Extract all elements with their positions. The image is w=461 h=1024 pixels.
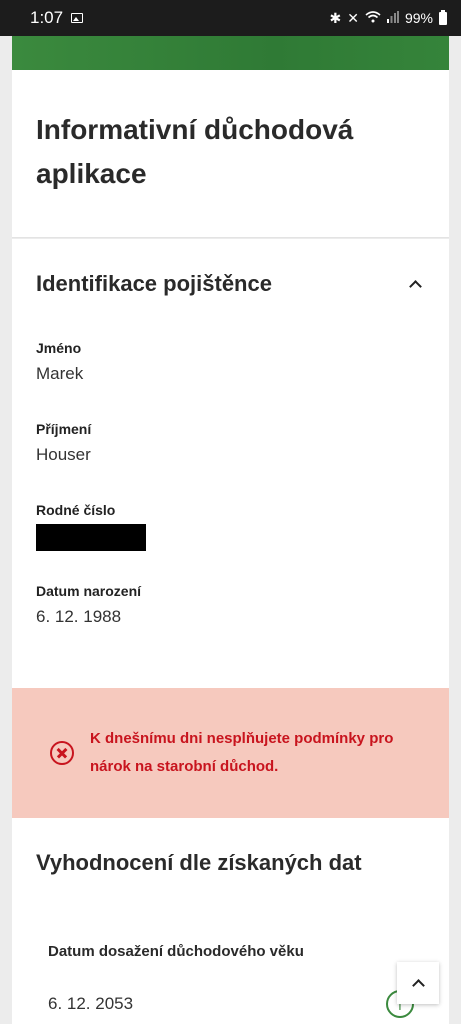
birth-number-label: Rodné číslo (36, 502, 116, 518)
mute-icon: ✕ (347, 9, 359, 26)
battery-percent: 99% (404, 10, 433, 26)
evaluation-card: Vyhodnocení dle získaných dat Datum dosa… (12, 818, 449, 1024)
identification-card: Identifikace pojištěnce Jméno Marek Příj… (12, 239, 449, 688)
status-icons: ✱ ✕ 99% (329, 9, 447, 27)
wifi-icon (365, 10, 381, 26)
identification-header[interactable]: Identifikace pojištěnce (36, 271, 425, 297)
chevron-up-icon (412, 977, 424, 989)
signal-icon (386, 10, 399, 26)
identification-heading: Identifikace pojištěnce (36, 271, 272, 296)
bluetooth-icon: ✱ (329, 9, 342, 26)
first-name-field: Jméno Marek (36, 340, 83, 384)
page-title-line2: aplikace (36, 158, 147, 189)
last-name-field: Příjmení Houser (36, 421, 91, 465)
first-name-label: Jméno (36, 340, 82, 356)
scroll-to-top-button[interactable] (397, 962, 439, 1004)
chevron-up-icon[interactable] (409, 278, 421, 290)
evaluation-heading: Vyhodnocení dle získaných dat (36, 850, 362, 875)
eligibility-alert: K dnešnímu dni nesplňujete podmínky pro … (12, 688, 449, 818)
status-time: 1:07 (30, 8, 64, 27)
retirement-date-value: 6. 12. 2053 (48, 994, 134, 1013)
status-bar: 1:07 ✱ ✕ 99% (0, 0, 461, 36)
birth-number-field: Rodné číslo (36, 502, 146, 551)
last-name-value: Houser (36, 445, 91, 464)
page-title-line1: Informativní důchodová (36, 114, 354, 145)
page-title: Informativní důchodová aplikace (36, 108, 425, 196)
battery-icon (439, 9, 447, 25)
first-name-value: Marek (36, 364, 84, 383)
birth-number-redacted (36, 524, 146, 551)
birth-date-label: Datum narození (36, 583, 142, 599)
title-card: Informativní důchodová aplikace (12, 70, 449, 238)
alert-message: K dnešnímu dni nesplňujete podmínky pro … (90, 730, 394, 775)
last-name-label: Příjmení (36, 421, 92, 437)
image-notification-icon (71, 13, 84, 23)
retirement-date-label: Datum dosažení důchodového věku (48, 943, 304, 960)
header-banner (12, 36, 449, 70)
birth-date-value: 6. 12. 1988 (36, 607, 122, 626)
error-circle-icon (50, 741, 74, 765)
birth-date-field: Datum narození 6. 12. 1988 (36, 583, 141, 627)
